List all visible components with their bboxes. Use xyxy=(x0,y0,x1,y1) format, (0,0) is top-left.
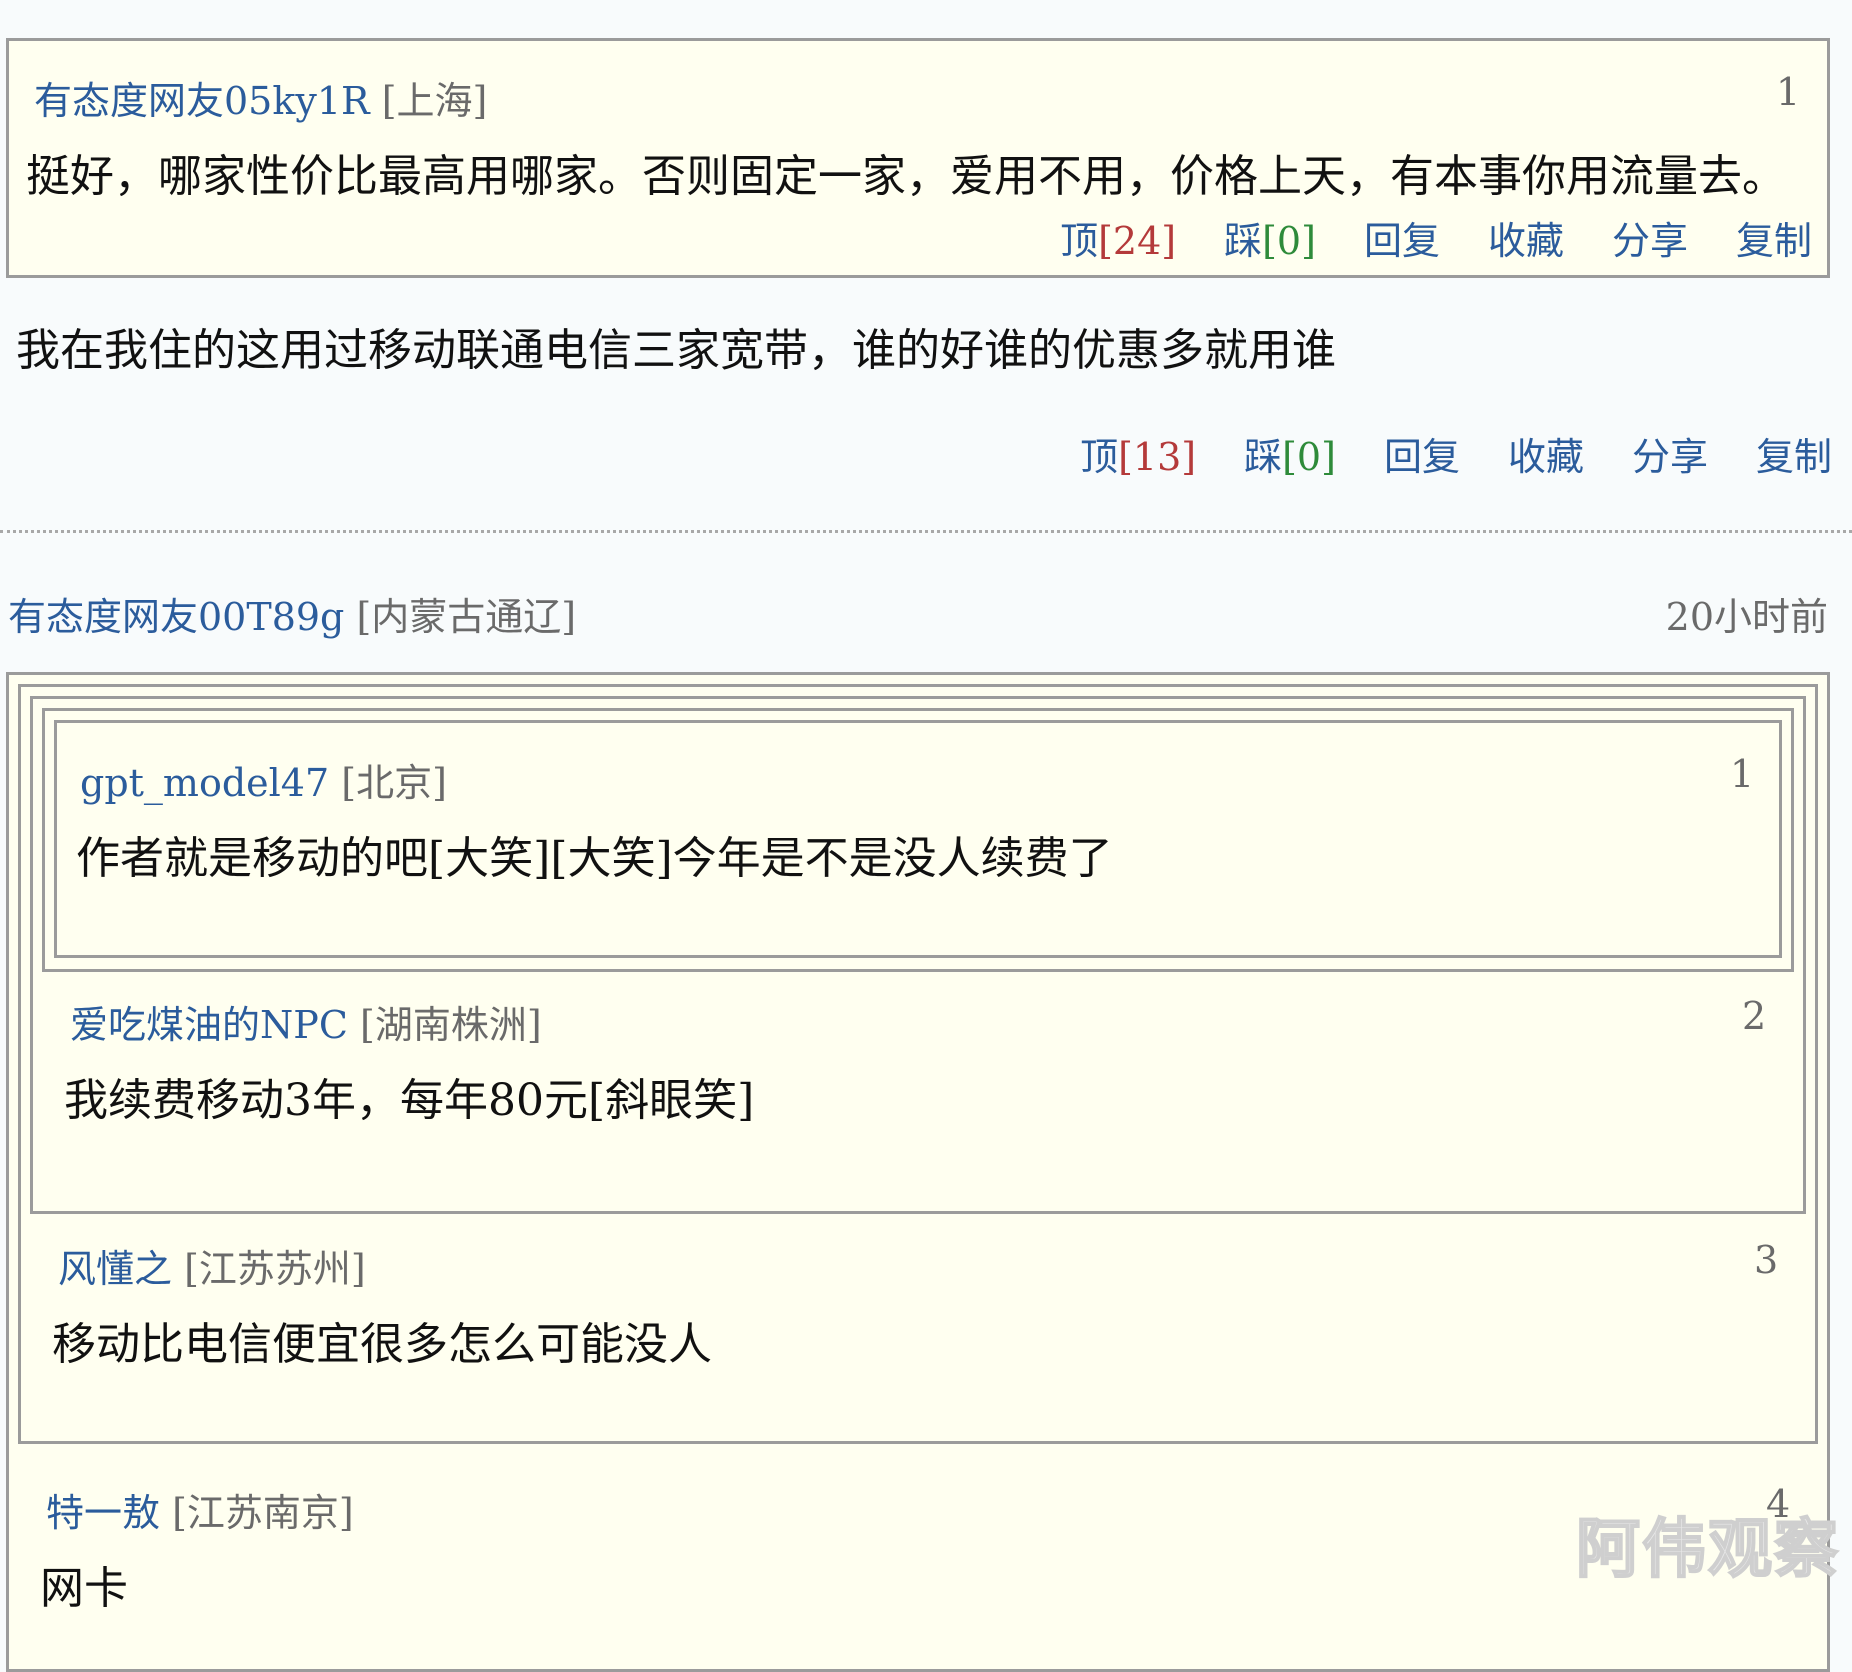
quote1-text: 挺好，哪家性价比最高用哪家。否则固定一家，爱用不用，价格上天，有本事你用流量去。 xyxy=(26,151,1786,202)
nested2-username[interactable]: 爱吃煤油的NPC xyxy=(70,1003,348,1047)
quote1-username[interactable]: 有态度网友05ky1R xyxy=(34,79,370,123)
reply1-fav-button[interactable]: 收藏 xyxy=(1508,426,1584,481)
nested2-author: 爱吃煤油的NPC [湖南株洲] xyxy=(70,994,542,1049)
nested2-floor: 2 xyxy=(1742,994,1767,1038)
reply1-share-button[interactable]: 分享 xyxy=(1632,426,1708,481)
nested2-location: [湖南株洲] xyxy=(360,1003,542,1047)
nested1-location: [北京] xyxy=(341,761,447,805)
quote1-location: [上海] xyxy=(381,79,488,123)
comment2-time: 20小时前 xyxy=(1665,595,1828,639)
comment-divider xyxy=(0,530,1852,533)
nested4-username[interactable]: 特一敖 xyxy=(46,1491,160,1535)
quote1-author: 有态度网友05ky1R [上海] xyxy=(34,70,487,125)
nested3-location: [江苏苏州] xyxy=(184,1247,366,1291)
nested1-username[interactable]: gpt_model47 xyxy=(80,761,329,805)
nested1-author: gpt_model47 [北京] xyxy=(80,752,447,807)
nested3-floor: 3 xyxy=(1754,1238,1779,1282)
reply1-down-button[interactable]: 踩[0] xyxy=(1244,426,1336,481)
nested4-text: 网卡 xyxy=(40,1563,128,1614)
nested1-floor: 1 xyxy=(1730,752,1755,796)
nested4-author: 特一敖 [江苏南京] xyxy=(46,1482,354,1537)
comment2-author: 有态度网友00T89g [内蒙古通辽] xyxy=(8,586,576,641)
quote1-fav-button[interactable]: 收藏 xyxy=(1488,210,1564,265)
quote1-down-button[interactable]: 踩[0] xyxy=(1224,210,1316,265)
nested3-text: 移动比电信便宜很多怎么可能没人 xyxy=(52,1319,712,1370)
quote1-actions: 顶[24] 踩[0] 回复 收藏 分享 复制 xyxy=(1060,210,1812,265)
quote1-up-button[interactable]: 顶[24] xyxy=(1060,210,1176,265)
comment2-location: [内蒙古通辽] xyxy=(356,595,577,639)
nested1-text: 作者就是移动的吧[大笑][大笑]今年是不是没人续费了 xyxy=(76,833,1113,884)
reply1-up-button[interactable]: 顶[13] xyxy=(1080,426,1196,481)
nested4-location: [江苏南京] xyxy=(172,1491,354,1535)
reply1-copy-button[interactable]: 复制 xyxy=(1756,426,1832,481)
quote1-reply-button[interactable]: 回复 xyxy=(1364,210,1440,265)
reply1-text: 我在我住的这用过移动联通电信三家宽带，谁的好谁的优惠多就用谁 xyxy=(16,325,1336,376)
reply1-actions: 顶[13] 踩[0] 回复 收藏 分享 复制 xyxy=(1080,426,1832,481)
comment2-username[interactable]: 有态度网友00T89g xyxy=(8,595,344,639)
quote1-floor: 1 xyxy=(1776,70,1801,114)
reply1-reply-button[interactable]: 回复 xyxy=(1384,426,1460,481)
nested2-text: 我续费移动3年，每年80元[斜眼笑] xyxy=(64,1075,755,1126)
nested3-username[interactable]: 风懂之 xyxy=(58,1247,172,1291)
quote1-copy-button[interactable]: 复制 xyxy=(1736,210,1812,265)
quote1-share-button[interactable]: 分享 xyxy=(1612,210,1688,265)
nested3-author: 风懂之 [江苏苏州] xyxy=(58,1238,366,1293)
watermark-logo: 阿伟观察 xyxy=(1575,1512,1840,1588)
